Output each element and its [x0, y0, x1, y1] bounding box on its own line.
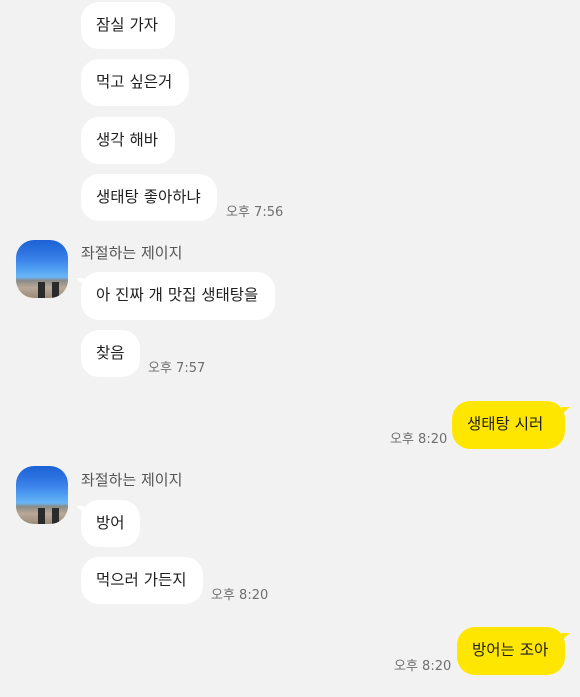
message-timestamp: 오후 7:57 [148, 361, 206, 376]
message-text: 생태탕 시러 [467, 415, 544, 434]
message-text: 방어는 조아 [472, 641, 549, 660]
message-timestamp: 오후 7:56 [226, 205, 284, 220]
message-bubble[interactable]: 먹고 싶은거 [81, 59, 189, 106]
message-text: 먹고 싶은거 [96, 72, 173, 91]
profile-avatar[interactable] [16, 240, 68, 298]
avatar-figure [52, 282, 59, 298]
message-timestamp: 오후 8:20 [394, 659, 452, 674]
avatar-figure [52, 508, 59, 524]
profile-avatar[interactable] [16, 466, 68, 524]
message-text: 생태탕 좋아하냐 [96, 187, 201, 206]
avatar-figure [38, 282, 45, 298]
avatar-figure [38, 508, 45, 524]
message-text: 잠실 가자 [96, 15, 158, 34]
message-bubble[interactable]: 아 진짜 개 맛집 생태탕을 [76, 272, 275, 320]
message-text: 아 진짜 개 맛집 생태탕을 [96, 286, 259, 305]
sender-name: 좌절하는 제이지 [81, 244, 183, 262]
message-bubble[interactable]: 생태탕 시러 [452, 401, 570, 449]
message-text: 먹으러 가든지 [96, 570, 187, 589]
message-bubble[interactable]: 생각 해바 [81, 117, 175, 164]
message-text: 찾음 [96, 343, 125, 362]
message-bubble[interactable]: 방어 [76, 500, 140, 547]
message-text: 방어 [96, 513, 125, 532]
message-timestamp: 오후 8:20 [211, 588, 269, 603]
message-bubble[interactable]: 잠실 가자 [81, 2, 175, 49]
message-bubble[interactable]: 생태탕 좋아하냐 [81, 174, 217, 221]
message-text: 생각 해바 [96, 130, 158, 149]
message-timestamp: 오후 8:20 [390, 432, 448, 447]
sender-name: 좌절하는 제이지 [81, 471, 183, 489]
message-bubble[interactable]: 방어는 조아 [457, 627, 570, 675]
message-bubble[interactable]: 먹으러 가든지 [81, 557, 203, 604]
message-bubble[interactable]: 찾음 [81, 330, 140, 377]
